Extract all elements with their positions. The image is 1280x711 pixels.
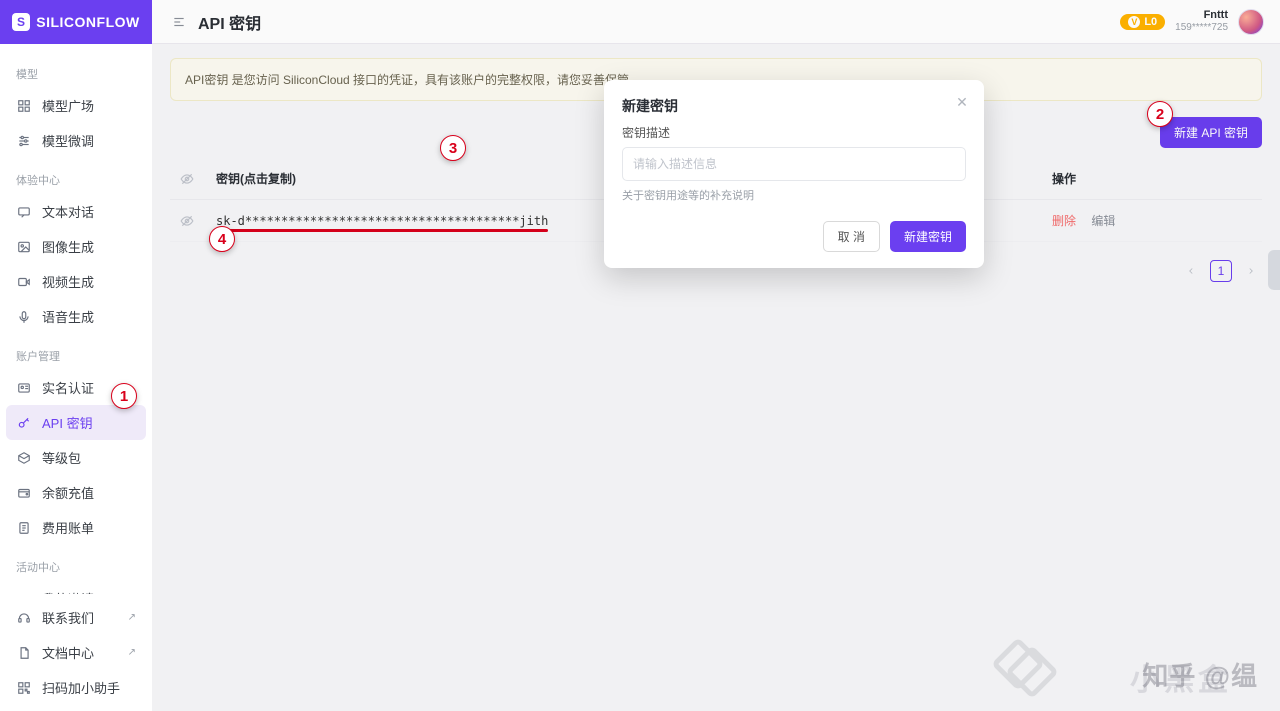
nav-group-account: 账户管理 实名认证 API 密钥 等级包 <box>6 344 146 545</box>
modal-title: 新建密钥 <box>622 96 966 116</box>
modal-hint: 关于密钥用途等的补充说明 <box>622 187 966 203</box>
nav-item-model-finetune[interactable]: 模型微调 <box>6 123 146 158</box>
nav-item-label: 实名认证 <box>42 378 94 397</box>
nav-item-label: 语音生成 <box>42 307 94 326</box>
key-description-input[interactable] <box>622 147 966 181</box>
nav-group-title: 账户管理 <box>6 344 146 370</box>
brand-name: SILICONFLOW <box>36 14 140 30</box>
nav-item-label: 视频生成 <box>42 272 94 291</box>
chat-icon <box>16 204 32 220</box>
qr-icon <box>16 680 32 696</box>
nav-item-text-chat[interactable]: 文本对话 <box>6 194 146 229</box>
nav-item-label: 费用账单 <box>42 518 94 537</box>
nav-item-video-gen[interactable]: 视频生成 <box>6 264 146 299</box>
nav-item-label: 文本对话 <box>42 202 94 221</box>
nav-group-experience: 体验中心 文本对话 图像生成 视频生成 <box>6 168 146 334</box>
nav-item-recharge[interactable]: 余额充值 <box>6 475 146 510</box>
wallet-icon <box>16 485 32 501</box>
watermark-logo <box>999 645 1045 691</box>
sidebar-bottom: 联系我们 ↗ 文档中心 ↗ 扫码加小助手 <box>0 594 152 711</box>
callout-4: 4 <box>209 226 235 252</box>
nav-item-label: 余额充值 <box>42 483 94 502</box>
nav-item-model-plaza[interactable]: 模型广场 <box>6 88 146 123</box>
doc-icon <box>16 645 32 661</box>
brand[interactable]: S SILICONFLOW <box>0 0 152 44</box>
modal-field-label: 密钥描述 <box>622 124 966 141</box>
nav-group-title: 活动中心 <box>6 555 146 581</box>
grid-icon <box>16 98 32 114</box>
nav-item-billing[interactable]: 费用账单 <box>6 510 146 545</box>
package-icon <box>16 450 32 466</box>
nav-group-title: 模型 <box>6 62 146 88</box>
brand-logo-icon: S <box>12 13 30 31</box>
watermark-primary: 知乎 @缊 <box>1142 656 1258 693</box>
key-icon <box>16 415 32 431</box>
main: API 密钥 V L0 Fnttt 159*****725 API密钥 是您访问… <box>152 0 1280 711</box>
modal-footer: 取 消 新建密钥 <box>622 221 966 252</box>
external-icon: ↗ <box>128 612 136 623</box>
nav-group-title: 体验中心 <box>6 168 146 194</box>
nav-item-image-gen[interactable]: 图像生成 <box>6 229 146 264</box>
modal-close-button[interactable]: ✕ <box>952 92 972 112</box>
nav-item-my-invites[interactable]: 我的邀请 <box>6 581 146 594</box>
sliders-icon <box>16 133 32 149</box>
nav-item-label: 模型广场 <box>42 96 94 115</box>
nav-item-contact-us[interactable]: 联系我们 ↗ <box>6 600 146 635</box>
callout-2: 2 <box>1147 101 1173 127</box>
nav-group-models: 模型 模型广场 模型微调 <box>6 62 146 158</box>
create-key-modal: ✕ 新建密钥 密钥描述 关于密钥用途等的补充说明 取 消 新建密钥 <box>604 80 984 268</box>
close-icon: ✕ <box>956 94 968 111</box>
nav-item-label: 文档中心 <box>42 643 94 662</box>
mic-icon <box>16 309 32 325</box>
callout-3: 3 <box>440 135 466 161</box>
sidebar: S SILICONFLOW 模型 模型广场 模型微调 <box>0 0 152 711</box>
nav-group-activity: 活动中心 我的邀请 <box>6 555 146 594</box>
image-icon <box>16 239 32 255</box>
id-icon <box>16 380 32 396</box>
scrollbar-hint[interactable] <box>1268 250 1280 290</box>
nav-item-label: 图像生成 <box>42 237 94 256</box>
nav-item-label: 扫码加小助手 <box>42 678 120 697</box>
nav: 模型 模型广场 模型微调 体验中心 <box>0 44 152 594</box>
headset-icon <box>16 610 32 626</box>
confirm-create-button[interactable]: 新建密钥 <box>890 221 966 252</box>
external-icon: ↗ <box>128 647 136 658</box>
nav-item-label: 模型微调 <box>42 131 94 150</box>
nav-item-label: 联系我们 <box>42 608 94 627</box>
nav-item-docs[interactable]: 文档中心 ↗ <box>6 635 146 670</box>
nav-item-label: API 密钥 <box>42 413 93 432</box>
nav-item-label: 等级包 <box>42 448 81 467</box>
nav-item-qr-helper[interactable]: 扫码加小助手 <box>6 670 146 705</box>
nav-item-api-key[interactable]: API 密钥 <box>6 405 146 440</box>
callout-1: 1 <box>111 383 137 409</box>
cancel-button[interactable]: 取 消 <box>823 221 880 252</box>
video-icon <box>16 274 32 290</box>
nav-item-voice-gen[interactable]: 语音生成 <box>6 299 146 334</box>
nav-item-tier-package[interactable]: 等级包 <box>6 440 146 475</box>
bill-icon <box>16 520 32 536</box>
